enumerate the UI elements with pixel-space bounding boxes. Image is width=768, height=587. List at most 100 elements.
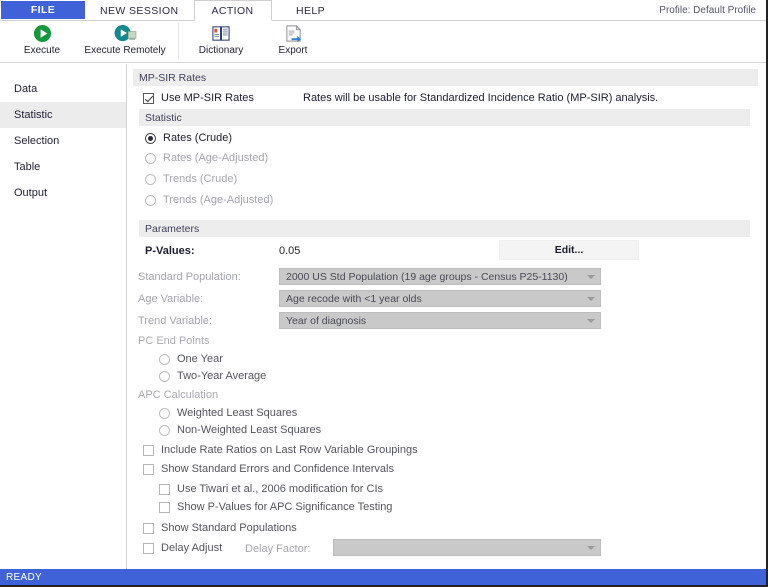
chevron-down-icon	[587, 319, 595, 323]
trends-crude-radio[interactable]	[145, 174, 156, 185]
toolbar-divider	[178, 23, 179, 59]
main-body: Data Statistic Selection Table Output MP…	[0, 64, 766, 569]
sidebar-item-statistic-label: Statistic	[14, 109, 53, 121]
trends-age-adjusted-label: Trends (Age-Adjusted)	[163, 194, 273, 206]
use-tiwari-modification-checkbox[interactable]	[159, 484, 170, 495]
standard-population-dropdown[interactable]: 2000 US Std Population (19 age groups - …	[279, 268, 601, 285]
tab-action[interactable]: ACTION	[194, 0, 272, 21]
p-values-value: 0.05	[279, 245, 300, 257]
pc-end-point-two-year-average[interactable]: Two-Year Average	[159, 370, 266, 382]
show-standard-populations-row[interactable]: Show Standard Populations	[143, 522, 297, 534]
tab-new-session-label: NEW SESSION	[100, 5, 179, 17]
show-standard-errors-checkbox[interactable]	[143, 464, 154, 475]
apc-weighted-least-squares[interactable]: Weighted Least Squares	[159, 407, 297, 419]
sidebar-item-statistic[interactable]: Statistic	[0, 102, 126, 128]
rates-crude-radio[interactable]	[145, 133, 156, 144]
trend-variable-value: Year of diagnosis	[286, 315, 366, 327]
statistic-option-rates-crude[interactable]: Rates (Crude)	[145, 132, 232, 144]
execute-remotely-label: Execute Remotely	[84, 45, 165, 56]
status-bar-text: READY	[6, 572, 42, 583]
execute-label: Execute	[24, 45, 60, 56]
section-header-mpsir-label: MP-SIR Rates	[139, 72, 206, 84]
ribbon-toolbar: Execute Execute Remotely	[0, 21, 766, 63]
statistic-option-trends-crude[interactable]: Trends (Crude)	[145, 173, 237, 185]
trends-crude-label: Trends (Crude)	[163, 173, 237, 185]
rates-age-adjusted-label: Rates (Age-Adjusted)	[163, 152, 268, 164]
sidebar-item-output[interactable]: Output	[0, 180, 126, 206]
tab-help[interactable]: HELP	[272, 0, 350, 20]
tab-file-label: FILE	[31, 4, 55, 16]
use-mpsir-rates-label: Use MP-SIR Rates	[161, 92, 254, 104]
include-rate-ratios-row[interactable]: Include Rate Ratios on Last Row Variable…	[143, 444, 418, 456]
non-weighted-least-squares-label: Non-Weighted Least Squares	[177, 424, 321, 436]
trends-age-adjusted-radio[interactable]	[145, 195, 156, 206]
delay-adjust-checkbox[interactable]	[143, 543, 154, 554]
apc-non-weighted-least-squares[interactable]: Non-Weighted Least Squares	[159, 424, 321, 436]
use-tiwari-modification-label: Use Tiwari et al., 2006 modification for…	[177, 483, 383, 495]
sidebar-item-selection[interactable]: Selection	[0, 128, 126, 154]
section-header-statistic: Statistic	[139, 109, 750, 126]
show-standard-errors-row[interactable]: Show Standard Errors and Confidence Inte…	[143, 463, 394, 475]
show-p-values-apc-row[interactable]: Show P-Values for APC Significance Testi…	[159, 501, 392, 513]
apc-calculation-label: APC Calculation	[138, 389, 218, 401]
one-year-radio[interactable]	[159, 354, 170, 365]
sidebar-item-table-label: Table	[14, 161, 40, 173]
show-standard-populations-label: Show Standard Populations	[161, 522, 297, 534]
statistic-option-trends-age-adjusted[interactable]: Trends (Age-Adjusted)	[145, 194, 273, 206]
two-year-average-label: Two-Year Average	[177, 370, 266, 382]
status-bar: READY	[0, 569, 766, 585]
delay-factor-dropdown[interactable]	[333, 539, 601, 556]
show-p-values-apc-checkbox[interactable]	[159, 502, 170, 513]
trend-variable-dropdown[interactable]: Year of diagnosis	[279, 312, 601, 329]
use-tiwari-modification-row[interactable]: Use Tiwari et al., 2006 modification for…	[159, 483, 383, 495]
use-mpsir-rates-checkbox[interactable]	[143, 93, 154, 104]
execute-remotely-button[interactable]: Execute Remotely	[78, 21, 172, 62]
application-window: FILE NEW SESSION ACTION HELP Profile: De…	[0, 0, 768, 587]
section-header-parameters-label: Parameters	[145, 223, 199, 235]
one-year-label: One Year	[177, 353, 223, 365]
document-export-icon	[284, 23, 303, 44]
chevron-down-icon	[587, 546, 595, 550]
rates-age-adjusted-radio[interactable]	[145, 153, 156, 164]
edit-p-values-button[interactable]: Edit...	[499, 240, 639, 260]
delay-adjust-label: Delay Adjust	[161, 542, 222, 554]
show-standard-populations-checkbox[interactable]	[143, 523, 154, 534]
sidebar-item-selection-label: Selection	[14, 135, 59, 147]
statistic-option-rates-age-adjusted[interactable]: Rates (Age-Adjusted)	[145, 152, 268, 164]
age-variable-dropdown[interactable]: Age recode with <1 year olds	[279, 290, 601, 307]
tab-help-label: HELP	[296, 5, 325, 17]
dictionary-button[interactable]: Dictionary	[185, 21, 257, 62]
use-mpsir-rates-row[interactable]: Use MP-SIR Rates	[143, 92, 254, 104]
export-button[interactable]: Export	[257, 21, 329, 62]
profile-label: Profile: Default Profile	[659, 5, 756, 16]
p-values-label: P-Values:	[145, 245, 195, 257]
tab-new-session[interactable]: NEW SESSION	[85, 0, 194, 20]
open-book-icon	[211, 23, 231, 44]
pc-end-point-one-year[interactable]: One Year	[159, 353, 223, 365]
show-p-values-apc-label: Show P-Values for APC Significance Testi…	[177, 501, 392, 513]
navigation-sidebar: Data Statistic Selection Table Output	[0, 64, 127, 569]
section-header-mpsir: MP-SIR Rates	[133, 69, 758, 86]
pc-end-points-label: PC End Points	[138, 335, 210, 347]
delay-adjust-row[interactable]: Delay Adjust	[143, 542, 222, 554]
show-standard-errors-label: Show Standard Errors and Confidence Inte…	[161, 463, 394, 475]
execute-button[interactable]: Execute	[6, 21, 78, 62]
export-label: Export	[279, 45, 308, 56]
sidebar-item-table[interactable]: Table	[0, 154, 126, 180]
weighted-least-squares-radio[interactable]	[159, 408, 170, 419]
two-year-average-radio[interactable]	[159, 371, 170, 382]
tab-file[interactable]: FILE	[1, 1, 85, 19]
include-rate-ratios-checkbox[interactable]	[143, 445, 154, 456]
age-variable-label: Age Variable:	[138, 293, 203, 305]
sidebar-item-data[interactable]: Data	[0, 76, 126, 102]
standard-population-label: Standard Population:	[138, 271, 241, 283]
chevron-down-icon	[587, 275, 595, 279]
non-weighted-least-squares-radio[interactable]	[159, 425, 170, 436]
tab-action-label: ACTION	[211, 5, 253, 17]
rates-crude-label: Rates (Crude)	[163, 132, 232, 144]
sidebar-item-data-label: Data	[14, 83, 37, 95]
dictionary-label: Dictionary	[199, 45, 243, 56]
delay-factor-label: Delay Factor:	[245, 543, 310, 555]
play-circle-green-icon	[33, 23, 52, 44]
ribbon-tab-strip: FILE NEW SESSION ACTION HELP Profile: De…	[0, 0, 766, 21]
